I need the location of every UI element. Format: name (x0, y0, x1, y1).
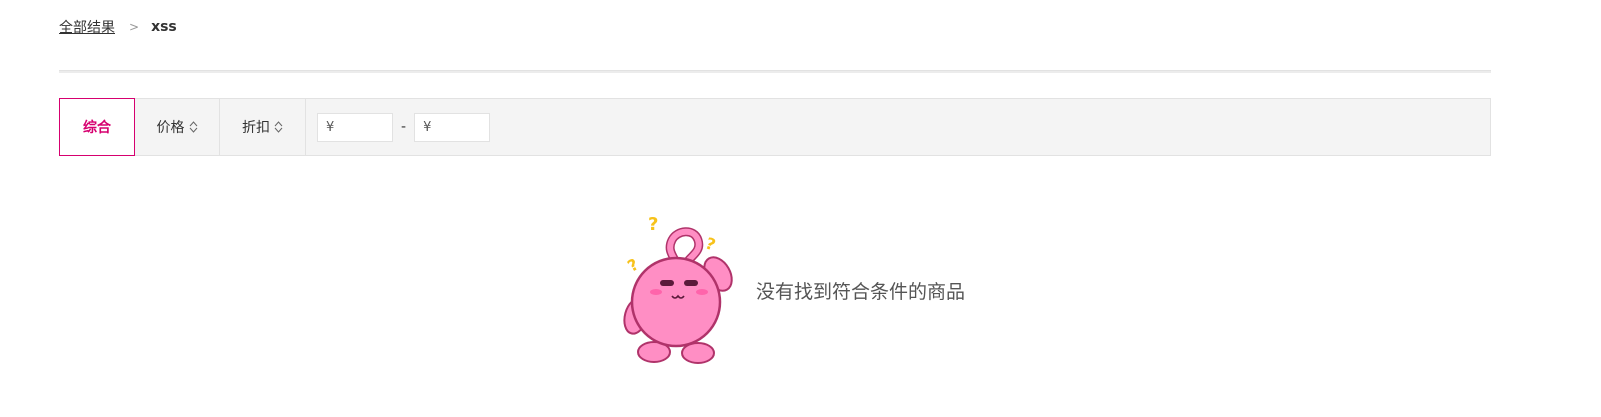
price-min-input[interactable] (317, 112, 393, 142)
breadcrumb: 全部结果 > xss (59, 16, 177, 38)
sort-updown-icon (189, 120, 198, 134)
empty-state: ? ? ? 没有找到符合条件的商品 (620, 210, 965, 370)
svg-text:?: ? (703, 233, 718, 254)
sort-tab-label: 综合 (83, 120, 111, 136)
empty-state-message: 没有找到符合条件的商品 (756, 280, 966, 303)
svg-text:?: ? (648, 214, 658, 235)
breadcrumb-current-keyword: xss (151, 19, 177, 35)
sort-tab-discount[interactable]: 折扣 (220, 99, 306, 155)
pink-bunny-confused-icon: ? ? ? (623, 214, 733, 364)
price-max-input[interactable] (414, 112, 491, 142)
sort-tab-comprehensive[interactable]: 综合 (59, 98, 135, 156)
chevron-right-icon: > (129, 20, 140, 34)
sort-tab-label: 价格 (156, 120, 185, 136)
sort-updown-icon (274, 120, 283, 134)
section-divider (59, 70, 1491, 73)
price-range: - (306, 99, 491, 155)
breadcrumb-all-results-link[interactable]: 全部结果 (59, 17, 115, 37)
sort-tab-price[interactable]: 价格 (135, 99, 220, 155)
sort-tab-label: 折扣 (242, 120, 270, 136)
sort-filter-bar: 综合 价格 折扣 - (59, 98, 1491, 156)
price-range-separator: - (401, 119, 407, 135)
svg-text:?: ? (624, 255, 642, 276)
